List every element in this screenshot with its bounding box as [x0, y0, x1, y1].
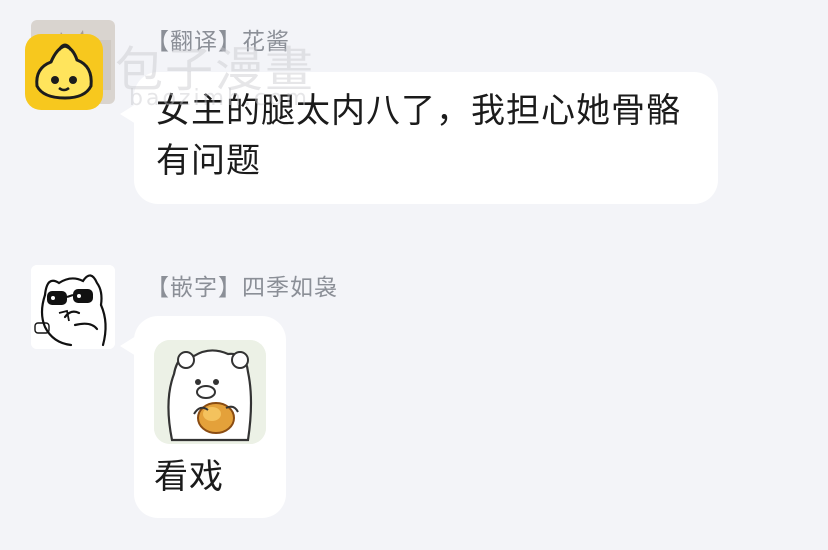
- avatar-sender-1[interactable]: [31, 20, 115, 104]
- sticker-image[interactable]: [154, 340, 266, 444]
- sender-name: 【翻译】花酱: [146, 29, 290, 55]
- doodle-cat-avatar-icon: [31, 265, 115, 349]
- message-bubble[interactable]: 女主的腿太内八了，我担心她骨骼有问题: [134, 72, 718, 204]
- sender-name: 【嵌字】四季如袅: [146, 275, 338, 301]
- message-text: 女主的腿太内八了，我担心她骨骼有问题: [156, 91, 681, 181]
- avatar-sender-2[interactable]: [31, 265, 115, 349]
- message-text: 看戏: [154, 457, 224, 497]
- bear-eating-sticker-icon: [154, 340, 266, 444]
- cat-avatar-icon: [31, 20, 115, 104]
- message-bubble[interactable]: 看戏: [134, 316, 286, 518]
